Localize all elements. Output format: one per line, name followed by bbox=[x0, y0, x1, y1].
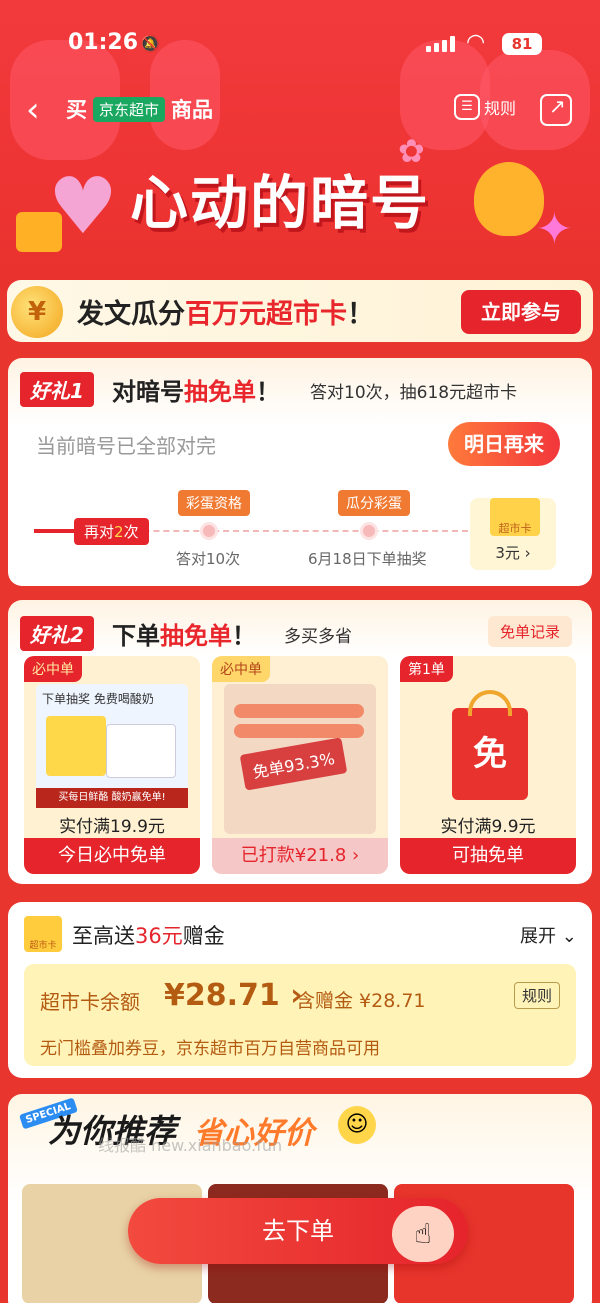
red-bag-icon: 免 bbox=[452, 708, 528, 800]
product-image-slogan: 买每日鲜酪 酸奶赢免单! bbox=[36, 788, 188, 808]
banner-text-highlight: 百万元超市卡 bbox=[185, 299, 347, 330]
flame-icon bbox=[474, 162, 544, 236]
yogurt-pack bbox=[106, 724, 176, 778]
rules-label: 规则 bbox=[484, 99, 517, 118]
bonus-title: 至高送36元赠金 bbox=[72, 920, 225, 950]
gift1-title: 对暗号抽免单！ bbox=[112, 372, 280, 407]
pointing-hand-icon: ☝ bbox=[392, 1206, 454, 1262]
share-icon[interactable] bbox=[540, 94, 572, 126]
coin-icon: ¥ bbox=[11, 286, 63, 338]
banner-text-post: ！ bbox=[347, 299, 374, 330]
milestone-label: 6月18日下单抽奖 bbox=[308, 550, 427, 568]
stamp-free-percent: 免单93.3% bbox=[239, 737, 348, 791]
prize-ribbon: 必中单 bbox=[24, 656, 82, 682]
gift2-title-post: ！ bbox=[232, 622, 256, 650]
prize-ribbon: 第1单 bbox=[400, 656, 453, 682]
gift1-title-post: ！ bbox=[256, 378, 280, 406]
status-time: 01:26 bbox=[68, 30, 139, 55]
expand-toggle[interactable]: 展开 ⌄ bbox=[520, 922, 577, 948]
share-banner[interactable]: ¥ 发文瓜分百万元超市卡！ 立即参与 bbox=[7, 280, 593, 342]
product-image-caption: 下单抽奖 免费喝酸奶 bbox=[42, 692, 154, 706]
back-chevron-icon[interactable]: ‹ bbox=[26, 90, 40, 130]
title-pre: 买 bbox=[66, 98, 87, 122]
password-status: 当前暗号已全部对完 bbox=[36, 434, 216, 458]
rules-icon: ☰ bbox=[454, 94, 480, 120]
nav-bar: ‹ 买 京东超市 商品 ☰ 规则 bbox=[0, 86, 600, 136]
supermarket-card-icon: 超市卡 bbox=[24, 916, 62, 952]
gift1-tag: 好礼1 bbox=[20, 372, 94, 407]
balance-description: 无门槛叠加券豆，京东超市百万自营商品可用 bbox=[40, 1039, 380, 1059]
progress-remaining: 再对2次 bbox=[74, 518, 149, 545]
gift1-title-highlight: 抽免单 bbox=[184, 378, 256, 406]
free-bag-image: 免 bbox=[412, 684, 564, 808]
prize-action-button[interactable]: 今日必中免单 bbox=[24, 838, 200, 874]
balance-box: 超市卡余额 ¥28.71 › 含赠金 ¥28.71 规则 无门槛叠加券豆，京东超… bbox=[24, 964, 576, 1066]
progress-post: 次 bbox=[123, 523, 139, 541]
jd-supermarket-badge: 京东超市 bbox=[93, 96, 166, 122]
gift1-subtitle: 答对10次，抽618元超市卡 bbox=[310, 383, 518, 403]
supermarket-card-icon: 超市卡 bbox=[490, 498, 540, 536]
smiley-icon: ☺ bbox=[338, 1106, 376, 1144]
progress-num: 2 bbox=[114, 523, 124, 541]
free-order-records-button[interactable]: 免单记录 bbox=[488, 616, 573, 647]
bonus-included: 含赠金 ¥28.71 bbox=[296, 990, 426, 1012]
page-title: 买 京东超市 商品 bbox=[66, 94, 213, 124]
banner-text: 发文瓜分百万元超市卡！ bbox=[77, 292, 374, 331]
balance-label: 超市卡余额 bbox=[40, 990, 140, 1014]
prize-value: 3元 › bbox=[495, 544, 531, 562]
gift1-title-pre: 对暗号 bbox=[112, 378, 184, 406]
milestone-tag: 彩蛋资格 bbox=[178, 490, 250, 516]
prize-item[interactable]: 必中单 下单抽奖 免费喝酸奶 买每日鲜酪 酸奶赢免单! 实付满19.9元 今日必… bbox=[24, 656, 200, 874]
prize-ribbon: 必中单 bbox=[212, 656, 270, 682]
gift2-title-pre: 下单 bbox=[112, 622, 160, 650]
milestone-tag: 瓜分彩蛋 bbox=[338, 490, 410, 516]
gift2-subtitle: 多买多省 bbox=[284, 627, 352, 647]
prize-supermarket-card[interactable]: 超市卡 3元 › bbox=[470, 498, 556, 570]
join-now-button[interactable]: 立即参与 bbox=[461, 290, 581, 334]
mute-bell-icon: 🔕 bbox=[140, 34, 160, 53]
milestone-dot bbox=[360, 522, 378, 540]
gift2-card: 好礼2 下单抽免单！ 多买多省 免单记录 必中单 下单抽奖 免费喝酸奶 买每日鲜… bbox=[8, 600, 592, 884]
banner-text-pre: 发文瓜分 bbox=[77, 299, 185, 330]
gift-card-balance-card: 超市卡 至高送36元赠金 展开 ⌄ 超市卡余额 ¥28.71 › 含赠金 ¥28… bbox=[8, 902, 592, 1078]
bonus-title-pre: 至高送 bbox=[72, 924, 135, 948]
sausage-stick bbox=[234, 724, 364, 738]
watermark: 线报酷 new.xianbao.fun bbox=[98, 1136, 283, 1155]
milestone-dot bbox=[200, 522, 218, 540]
gift2-title: 下单抽免单！ bbox=[112, 616, 256, 651]
title-post: 商品 bbox=[171, 98, 214, 122]
yogurt-product-image: 下单抽奖 免费喝酸奶 买每日鲜酪 酸奶赢免单! bbox=[36, 684, 188, 808]
wifi-icon: ◠ bbox=[466, 30, 486, 55]
cellular-signal-icon bbox=[426, 36, 456, 52]
prize-item[interactable]: 必中单 免单93.3% 已打款¥21.8 › bbox=[212, 656, 388, 874]
come-back-tomorrow-button[interactable]: 明日再来 bbox=[448, 422, 560, 466]
sausage-product-image: 免单93.3% bbox=[224, 684, 376, 834]
prize-action-button[interactable]: 已打款¥21.8 › bbox=[212, 838, 388, 874]
sausage-stick bbox=[234, 704, 364, 718]
balance-rules-button[interactable]: 规则 bbox=[514, 982, 561, 1009]
prize-condition: 实付满19.9元 bbox=[59, 817, 165, 837]
yogurt-pack bbox=[46, 716, 106, 776]
balance-amount[interactable]: ¥28.71 › bbox=[164, 978, 303, 1013]
bonus-title-post: 赠金 bbox=[182, 924, 225, 948]
bonus-title-amount: 36元 bbox=[135, 924, 183, 948]
status-bar: 01:26 🔕 ◠ 81 bbox=[0, 30, 600, 60]
prize-condition: 实付满9.9元 bbox=[440, 817, 536, 837]
hero-title: 心动的暗号 bbox=[130, 169, 431, 237]
gift1-card: 好礼1 对暗号抽免单！ 答对10次，抽618元超市卡 当前暗号已全部对完 明日再… bbox=[8, 358, 592, 586]
battery-icon: 81 bbox=[502, 33, 542, 55]
rules-button[interactable]: ☰ 规则 bbox=[454, 94, 516, 120]
milestone-label: 答对10次 bbox=[176, 550, 241, 568]
progress-pre: 再对 bbox=[84, 523, 115, 541]
gift2-title-highlight: 抽免单 bbox=[160, 622, 232, 650]
prize-action-button[interactable]: 可抽免单 bbox=[400, 838, 576, 874]
prize-item[interactable]: 第1单 免 实付满9.9元 可抽免单 bbox=[400, 656, 576, 874]
bag-handle bbox=[468, 690, 512, 716]
sparkle-icon: ✦ bbox=[536, 204, 573, 255]
gift2-tag: 好礼2 bbox=[20, 616, 94, 651]
shopping-bag-icon bbox=[16, 212, 62, 252]
